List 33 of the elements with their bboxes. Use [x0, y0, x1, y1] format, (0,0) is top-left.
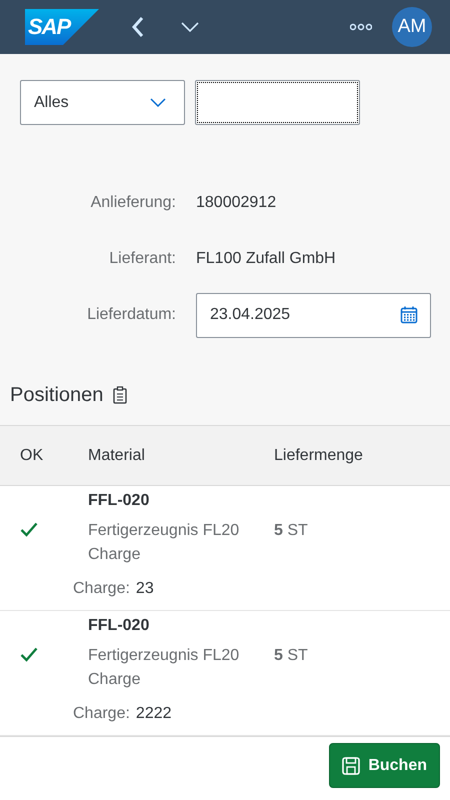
quantity: 5 ST [274, 521, 309, 541]
column-header: OK [20, 446, 44, 464]
clipboard-icon[interactable] [113, 386, 128, 404]
user-avatar[interactable]: AM [392, 7, 432, 47]
batch-value: 23 [136, 580, 154, 598]
column-header: Material [88, 446, 146, 464]
field-label: Lieferant: [108, 250, 176, 268]
material-number: FFL-020 [88, 492, 150, 510]
post-button[interactable]: Buchen [329, 743, 440, 788]
batch-label: Charge: [73, 580, 130, 598]
material-description: Fertigerzeugnis FL20 Charge [88, 646, 240, 690]
back-icon [131, 16, 145, 38]
field-value: 180002912 [196, 194, 278, 212]
column-header: Liefermenge [274, 446, 364, 464]
quantity: 5 ST [274, 646, 309, 666]
field-label: Anlieferung: [90, 194, 176, 212]
search-field[interactable] [195, 80, 360, 125]
batch-value: 2222 [136, 705, 172, 723]
save-icon [342, 756, 360, 774]
more-icon [350, 23, 372, 31]
filter-select[interactable]: Alles [20, 80, 185, 125]
batch-label: Charge: [73, 705, 130, 723]
field-value: FL100 Zufall GmbH [196, 250, 337, 268]
table-row[interactable]: FFL-020 Fertigerzeugnis FL20 Charge 5 ST Charge: 23 [0, 486, 450, 611]
chevron-down-icon [181, 22, 199, 32]
material-number: FFL-020 [88, 617, 150, 635]
table-row[interactable]: FFL-020 Fertigerzeugnis FL20 Charge 5 ST Charge: 2222 [0, 611, 450, 736]
chevron-down-icon [150, 98, 166, 107]
field-label: Lieferdatum: [86, 306, 176, 324]
calendar-icon[interactable] [400, 306, 418, 324]
section-title: Positionen [10, 384, 104, 406]
material-description: Fertigerzeugnis FL20 Charge [88, 521, 240, 565]
date-field[interactable]: 23.04.2025 [196, 292, 431, 338]
